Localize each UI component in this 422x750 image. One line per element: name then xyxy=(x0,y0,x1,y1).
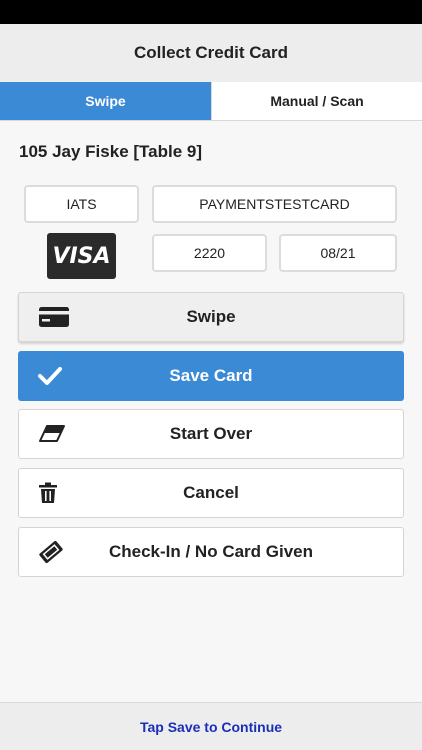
footer-message[interactable]: Tap Save to Continue xyxy=(140,719,282,735)
footer-bar: Tap Save to Continue xyxy=(0,702,422,750)
ticket-icon xyxy=(38,540,64,564)
tab-bar: Swipe Manual / Scan xyxy=(0,82,422,121)
checkmark-icon xyxy=(38,366,62,386)
checkin-no-card-button[interactable]: Check-In / No Card Given xyxy=(18,527,404,577)
eraser-icon xyxy=(38,424,66,444)
trash-icon xyxy=(38,482,58,504)
cancel-button-label: Cancel xyxy=(183,483,239,502)
start-over-button-label: Start Over xyxy=(169,424,253,443)
swipe-button-label: Swipe xyxy=(186,307,236,326)
tab-swipe[interactable]: Swipe xyxy=(0,82,211,120)
checkin-no-card-button-label: Check-In / No Card Given xyxy=(108,542,314,561)
swipe-button[interactable]: Swipe xyxy=(18,292,404,342)
nav-bar: Collect Credit Card xyxy=(0,24,422,82)
tab-manual-scan[interactable]: Manual / Scan xyxy=(211,82,422,120)
card-expiry-field[interactable]: 08/21 xyxy=(279,234,397,272)
card-last4-field[interactable]: 2220 xyxy=(152,234,267,272)
visa-logo: VISA xyxy=(47,233,116,279)
save-card-button-label: Save Card xyxy=(169,366,253,385)
card-brand: VISA xyxy=(52,243,111,269)
save-card-button[interactable]: Save Card xyxy=(18,351,404,401)
page-title: Collect Credit Card xyxy=(134,43,288,62)
status-bar xyxy=(0,0,422,24)
processor-field[interactable]: IATS xyxy=(24,185,139,223)
cardholder-field[interactable]: PAYMENTSTESTCARD xyxy=(152,185,397,223)
start-over-button[interactable]: Start Over xyxy=(18,409,404,459)
guest-name: 105 Jay Fiske [Table 9] xyxy=(19,142,203,161)
credit-card-icon xyxy=(38,306,70,328)
cancel-button[interactable]: Cancel xyxy=(18,468,404,518)
